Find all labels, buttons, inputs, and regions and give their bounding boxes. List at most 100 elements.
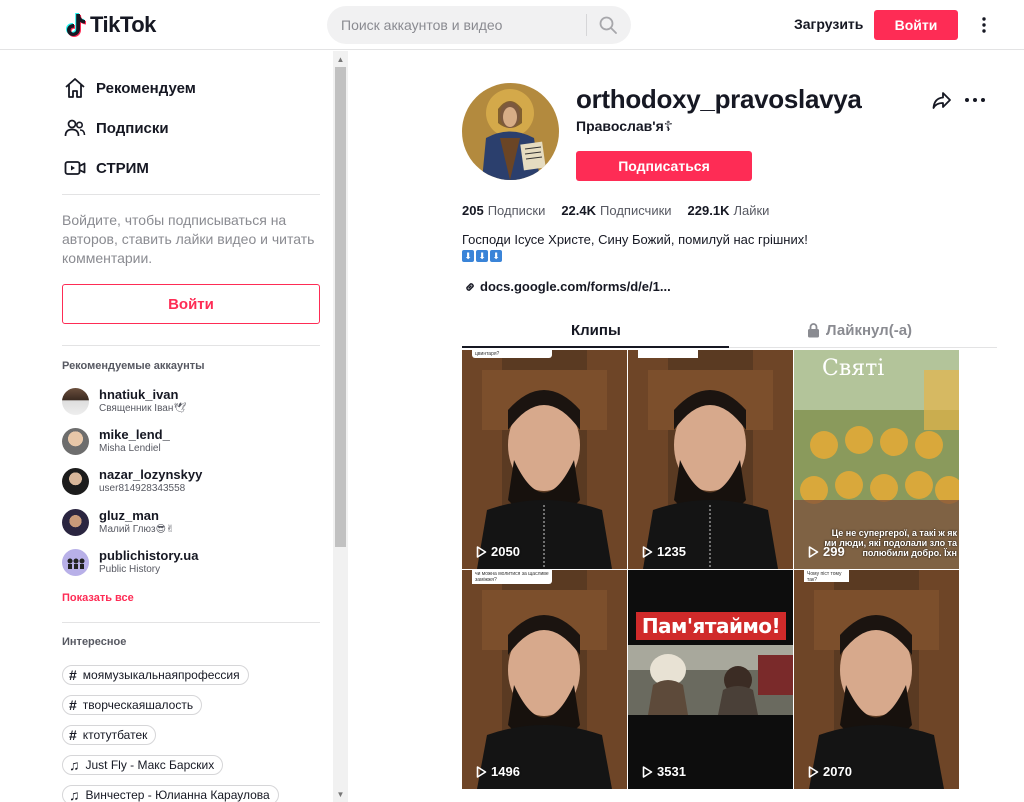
account-username: publichistory.ua [99, 548, 199, 563]
search-button[interactable] [587, 6, 629, 44]
scroll-up-arrow[interactable]: ▲ [335, 53, 346, 65]
account-item[interactable]: hnatiuk_ivan Священник Іван🕊 [62, 388, 186, 415]
sidebar-divider [62, 194, 320, 195]
tab-liked-label: Лайкнул(-а) [826, 322, 913, 339]
video-tile[interactable]: чи можна молитися за щасливе заміжжя? 14… [462, 570, 627, 789]
login-button[interactable]: Войти [874, 10, 958, 40]
video-tile[interactable]: Святі Це не супергерої, а такі ж як ми л… [794, 350, 959, 569]
hashtag-icon: # [69, 727, 77, 743]
stat-value: 205 [462, 203, 484, 218]
discover-tag[interactable]: ♫ Just Fly - Макс Барских [62, 755, 224, 775]
more-vertical-icon [982, 17, 986, 33]
stat-followers[interactable]: 22.4K Подписчики [561, 203, 671, 218]
account-nickname: Misha Lendiel [99, 443, 161, 454]
view-count: 2070 [808, 764, 852, 779]
account-item[interactable]: nazar_lozynskyy user814928343558 [62, 468, 202, 495]
recommended-accounts-title: Рекомендуемые аккаунты [62, 360, 205, 372]
profile-nickname: Православ'я☦ [576, 118, 673, 134]
tag-label: Just Fly - Макс Барских [85, 758, 215, 772]
discover-tag[interactable]: ♫ Винчестер - Юлианна Караулова [62, 785, 279, 802]
play-icon [642, 765, 653, 778]
down-arrow-emoji-icon: ⬇ [490, 250, 502, 262]
view-count: 299 [808, 544, 845, 559]
view-count: 1235 [642, 544, 686, 559]
stat-label: Подписчики [600, 203, 672, 218]
avatar [62, 509, 89, 536]
bio-emoji-arrows: ⬇ ⬇ ⬇ [462, 250, 502, 262]
nav-label: Рекомендуем [96, 79, 196, 97]
discover-tag[interactable]: # моямузыкальнаяпрофессия [62, 665, 249, 685]
sidebar-login-button[interactable]: Войти [62, 284, 320, 324]
avatar [62, 428, 89, 455]
account-username: hnatiuk_ivan [99, 387, 179, 402]
show-all-link[interactable]: Показать все [62, 592, 134, 604]
nav-item-recommended[interactable]: Рекомендуем [64, 77, 196, 99]
discover-tag[interactable]: # творческаяшалость [62, 695, 203, 715]
video-title-overlay: Пам'ятаймо! [636, 612, 786, 640]
tiktok-logo[interactable]: TikTok [66, 12, 156, 38]
profile-bio: Господи Ісусе Христе, Сину Божий, помилу… [462, 232, 808, 247]
stat-value: 229.1K [687, 203, 730, 218]
tab-videos[interactable]: Клипы [571, 322, 621, 339]
live-icon [64, 161, 86, 175]
hashtag-icon: # [69, 697, 77, 713]
down-arrow-emoji-icon: ⬇ [476, 250, 488, 262]
account-nickname: Малий Глюз😎✌ [99, 524, 175, 535]
account-item[interactable]: mike_lend_ Misha Lendiel [62, 428, 170, 455]
avatar [62, 388, 89, 415]
view-count: 2050 [476, 544, 520, 559]
stat-following[interactable]: 205 Подписки [462, 203, 545, 218]
follow-button[interactable]: Подписаться [576, 151, 752, 181]
nav-item-following[interactable]: Подписки [64, 117, 169, 139]
tag-label: Винчестер - Юлианна Караулова [85, 788, 270, 802]
tag-label: ктотутбатек [82, 728, 148, 742]
account-nickname: Public History [99, 564, 161, 575]
video-tile[interactable]: цвинтаря? 2050 [462, 350, 627, 569]
login-hint: Войдите, чтобы подписываться на авторов,… [62, 212, 315, 266]
search-input[interactable] [341, 17, 586, 33]
view-count: 3531 [642, 764, 686, 779]
video-title-overlay: Святі [822, 356, 885, 381]
sidebar: Рекомендуем Подписки СТРИМ Войдите, чтоб… [0, 51, 332, 802]
more-menu-button[interactable] [976, 14, 992, 36]
video-thumbnail-priest [462, 570, 627, 789]
video-thumbnail-priest [628, 350, 793, 569]
video-caption: Чому піст тому так? [804, 570, 849, 583]
video-tile[interactable]: Пам'ятаймо! 3531 [628, 570, 793, 789]
video-tile[interactable]: Чому піст тому так? 2070 [794, 570, 959, 789]
view-count-value: 1496 [491, 764, 520, 779]
video-caption: цвинтаря? [472, 350, 552, 358]
video-tile[interactable]: 1235 [628, 350, 793, 569]
video-thumbnail-priest [462, 350, 627, 569]
tag-label: моямузыкальнаяпрофессия [82, 668, 240, 682]
account-nickname: Священник Іван🕊 [99, 403, 187, 414]
stat-value: 22.4K [561, 203, 597, 218]
avatar [62, 468, 89, 495]
more-horizontal-icon [965, 98, 985, 102]
upload-link[interactable]: Загрузить [794, 16, 863, 32]
profile-link[interactable]: docs.google.com/forms/d/e/1... [464, 279, 671, 294]
profile-avatar[interactable] [462, 83, 559, 180]
avatar [62, 549, 89, 576]
share-button[interactable] [932, 90, 952, 115]
account-username: mike_lend_ [99, 427, 170, 442]
hashtag-icon: # [69, 667, 77, 683]
view-count-value: 299 [823, 544, 845, 559]
nav-label: Подписки [96, 119, 169, 137]
nav-label: СТРИМ [96, 159, 149, 177]
scroll-down-arrow[interactable]: ▼ [335, 788, 346, 800]
profile-more-button[interactable] [964, 90, 986, 115]
account-item[interactable]: publichistory.ua Public History [62, 549, 198, 576]
sidebar-scrollbar-thumb[interactable] [335, 67, 346, 547]
account-item[interactable]: gluz_man Малий Глюз😎✌ [62, 509, 174, 536]
stat-label: Лайки [733, 203, 770, 218]
down-arrow-emoji-icon: ⬇ [462, 250, 474, 262]
play-icon [642, 545, 653, 558]
view-count: 1496 [476, 764, 520, 779]
discover-tag[interactable]: # ктотутбатек [62, 725, 157, 745]
nav-item-live[interactable]: СТРИМ [64, 157, 149, 179]
following-icon [64, 119, 86, 137]
play-icon [808, 545, 819, 558]
play-icon [476, 765, 487, 778]
tab-liked[interactable]: Лайкнул(-а) [807, 322, 912, 339]
